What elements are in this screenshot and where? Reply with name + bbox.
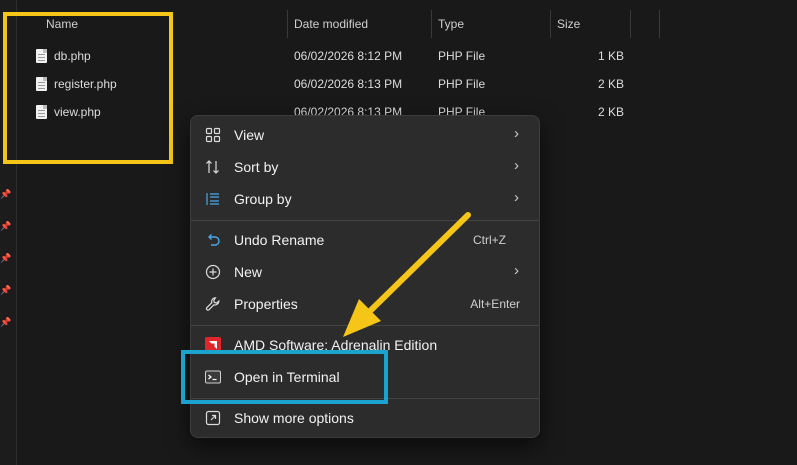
shortcut-text: Alt+Enter [470,297,520,311]
menu-divider [191,325,539,326]
show-more-icon [205,410,221,426]
menu-label: Group by [234,191,292,207]
sort-icon [205,159,221,175]
new-plus-icon [205,264,221,280]
pin-icon[interactable]: 📌 [0,189,11,199]
file-type: PHP File [438,77,486,91]
highlight-terminal-box [181,350,388,404]
menu-item-properties[interactable]: Properties Alt+Enter [195,288,535,320]
menu-divider [191,220,539,221]
column-separator[interactable] [550,10,551,38]
pin-icon[interactable]: 📌 [0,221,11,231]
chevron-right-icon: › [514,157,519,174]
file-type: PHP File [438,49,486,63]
group-by-icon [205,191,221,207]
menu-item-view[interactable]: View › [195,119,535,151]
pin-icon[interactable]: 📌 [0,285,11,295]
column-separator[interactable] [659,10,660,38]
view-grid-icon [205,127,221,143]
menu-item-sort-by[interactable]: Sort by › [195,151,535,183]
menu-label: Properties [234,296,298,312]
menu-label: New [234,264,263,280]
file-date: 06/02/2026 8:13 PM [294,77,403,91]
menu-item-show-more-options[interactable]: Show more options [195,402,535,434]
chevron-right-icon: › [514,262,519,279]
file-size: 1 KB [597,49,624,63]
menu-label: Sort by [234,159,279,175]
column-separator[interactable] [287,10,288,38]
file-size: 2 KB [597,105,624,119]
pin-icon[interactable]: 📌 [0,317,11,327]
chevron-right-icon: › [514,125,519,142]
shortcut-text: Ctrl+Z [473,233,506,247]
undo-icon [205,232,221,248]
menu-label: Show more options [234,410,354,426]
menu-label: Undo Rename [234,232,325,248]
column-date-modified[interactable]: Date modified [294,10,368,38]
menu-label: View [234,127,265,143]
column-separator[interactable] [431,10,432,38]
highlight-files-box [3,12,173,164]
menu-item-new[interactable]: New › [195,256,535,288]
column-size[interactable]: Size [557,10,580,38]
file-date: 06/02/2026 8:12 PM [294,49,403,63]
menu-item-undo-rename[interactable]: Undo Rename Ctrl+Z [195,224,535,256]
chevron-right-icon: › [514,189,519,206]
pin-icon[interactable]: 📌 [0,253,11,263]
column-type[interactable]: Type [438,10,464,38]
file-size: 2 KB [597,77,624,91]
column-separator[interactable] [630,10,631,38]
menu-item-group-by[interactable]: Group by › [195,183,535,215]
properties-wrench-icon [205,296,221,312]
